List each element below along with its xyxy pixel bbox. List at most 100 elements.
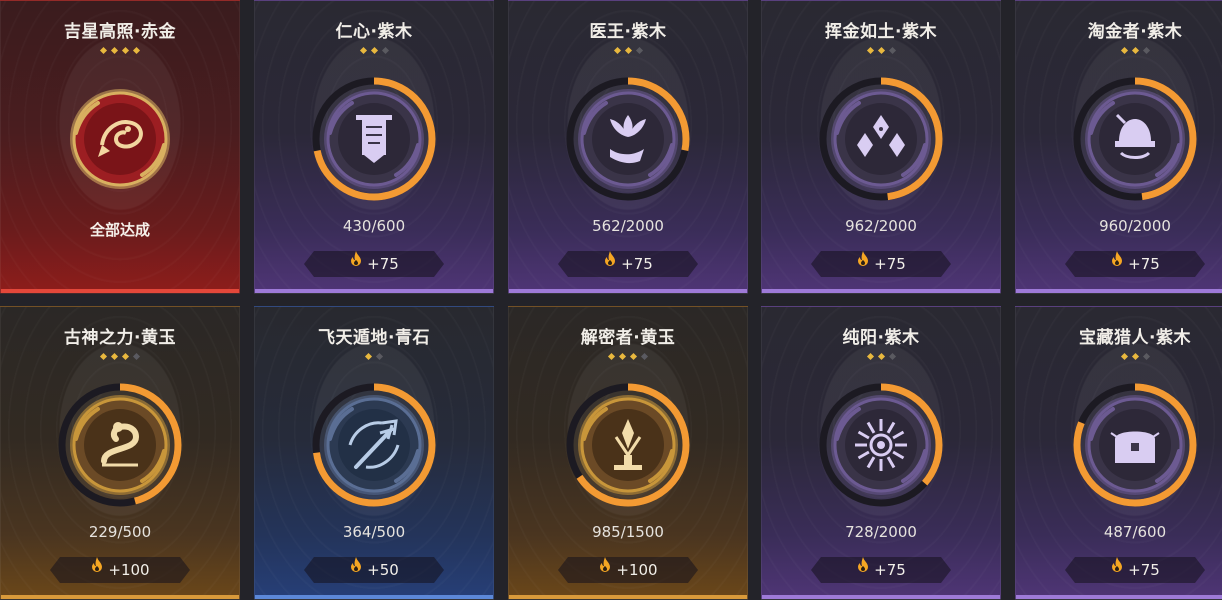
- reward-badge: +75: [304, 251, 444, 277]
- medal-progress-ring: [564, 381, 692, 509]
- achievement-card[interactable]: 吉星高照·赤金 全部达成: [0, 0, 240, 294]
- medal-progress-ring: [564, 75, 692, 203]
- star-filled-icon: [866, 46, 874, 55]
- achievement-title: 纯阳·紫木: [842, 328, 920, 348]
- achievement-title: 淘金者·紫木: [1087, 22, 1183, 42]
- reward-amount: +50: [367, 561, 399, 579]
- reward-amount: +75: [874, 255, 906, 273]
- star-filled-icon: [364, 352, 373, 361]
- star-filled-icon: [1120, 46, 1128, 55]
- star-filled-icon: [877, 352, 885, 361]
- reward-badge: +100: [50, 557, 190, 583]
- star-filled-icon: [866, 352, 874, 361]
- card-accent-bar: [762, 289, 1000, 293]
- star-empty-icon: [635, 46, 643, 55]
- flame-icon: [1110, 557, 1124, 582]
- star-rating: [1, 352, 239, 361]
- achievement-card[interactable]: 古神之力·黄玉 229/500 +100: [0, 306, 240, 600]
- reward-badge: +75: [1065, 557, 1205, 583]
- progress-count: 960/2000: [1099, 217, 1171, 235]
- card-accent-bar: [509, 595, 747, 599]
- reward-amount: +75: [1128, 255, 1160, 273]
- achievement-title: 古神之力·黄玉: [64, 328, 176, 348]
- reward-badge: +75: [811, 557, 951, 583]
- star-rating: [1016, 352, 1222, 361]
- star-empty-icon: [640, 352, 649, 361]
- card-accent-bar: [509, 289, 747, 293]
- progress-count: 364/500: [342, 523, 406, 541]
- star-empty-icon: [888, 46, 896, 55]
- achievement-card[interactable]: 解密者·黄玉 985/1500 +100: [508, 306, 748, 600]
- achievement-card[interactable]: 医王·紫木 562/2000 +75: [508, 0, 748, 294]
- card-accent-bar: [1016, 289, 1222, 293]
- progress-count: 487/600: [1103, 523, 1167, 541]
- achievement-card[interactable]: 宝藏猎人·紫木 487/600 +75: [1015, 306, 1222, 600]
- star-rating: [762, 352, 1000, 361]
- reward-badge: +75: [1065, 251, 1205, 277]
- reward-amount: +75: [874, 561, 906, 579]
- medal-progress-ring: [817, 381, 945, 509]
- treasure-chest-icon: [1110, 431, 1160, 463]
- achievement-title: 吉星高照·赤金: [64, 22, 176, 42]
- flame-icon: [856, 251, 870, 276]
- star-empty-icon: [375, 352, 384, 361]
- flame-icon: [1110, 251, 1124, 276]
- card-accent-bar: [1, 595, 239, 599]
- star-filled-icon: [1131, 352, 1139, 361]
- flame-icon: [349, 251, 363, 276]
- achievement-title: 仁心·紫木: [335, 22, 413, 42]
- star-filled-icon: [1120, 352, 1128, 361]
- star-empty-icon: [888, 352, 896, 361]
- star-filled-icon: [629, 352, 638, 361]
- reward-badge: +50: [304, 557, 444, 583]
- achievement-card[interactable]: 飞天遁地·青石 364/500 +50: [254, 306, 494, 600]
- medal-progress-ring: [1071, 381, 1199, 509]
- achievement-card[interactable]: 淘金者·紫木 960/2000 +75: [1015, 0, 1222, 294]
- star-filled-icon: [1131, 46, 1139, 55]
- flame-icon: [90, 557, 104, 582]
- star-rating: [255, 46, 493, 55]
- star-filled-icon: [110, 352, 119, 361]
- progress-count: 962/2000: [845, 217, 917, 235]
- star-filled-icon: [877, 46, 885, 55]
- star-filled-icon: [618, 352, 627, 361]
- star-rating: [509, 46, 747, 55]
- achievement-title: 挥金如土·紫木: [825, 22, 937, 42]
- card-accent-bar: [1016, 595, 1222, 599]
- medal-progress-ring: [310, 381, 438, 509]
- star-filled-icon: [121, 46, 130, 55]
- medal-progress-ring: [817, 75, 945, 203]
- star-filled-icon: [121, 352, 130, 361]
- reward-amount: +75: [621, 255, 653, 273]
- reward-amount: +75: [1128, 561, 1160, 579]
- star-empty-icon: [381, 46, 389, 55]
- star-filled-icon: [359, 46, 367, 55]
- reward-amount: +100: [108, 561, 150, 579]
- card-accent-bar: [1, 289, 239, 293]
- complete-label: 全部达成: [89, 221, 150, 239]
- achievement-title: 解密者·黄玉: [580, 328, 676, 348]
- achievement-card[interactable]: 挥金如土·紫木 962/2000 +75: [761, 0, 1001, 294]
- progress-count: 430/600: [342, 217, 406, 235]
- star-empty-icon: [1142, 352, 1150, 361]
- star-filled-icon: [132, 46, 141, 55]
- reward-badge: +100: [558, 557, 698, 583]
- reward-amount: +75: [367, 255, 399, 273]
- star-filled-icon: [624, 46, 632, 55]
- card-accent-bar: [255, 595, 493, 599]
- medal-progress-ring: [56, 75, 184, 203]
- achievement-card[interactable]: 纯阳·紫木 728/2000 +75: [761, 306, 1001, 600]
- medal-progress-ring: [310, 75, 438, 203]
- star-filled-icon: [370, 46, 378, 55]
- reward-amount: +100: [616, 561, 658, 579]
- achievement-title: 宝藏猎人·紫木: [1079, 328, 1191, 348]
- flame-icon: [598, 557, 612, 582]
- star-rating: [762, 46, 1000, 55]
- star-empty-icon: [132, 352, 141, 361]
- achievement-card[interactable]: 仁心·紫木 430/600 +75: [254, 0, 494, 294]
- progress-count: 985/1500: [592, 523, 664, 541]
- card-accent-bar: [762, 595, 1000, 599]
- reward-badge: +75: [811, 251, 951, 277]
- card-accent-bar: [255, 289, 493, 293]
- star-rating: [1, 46, 239, 55]
